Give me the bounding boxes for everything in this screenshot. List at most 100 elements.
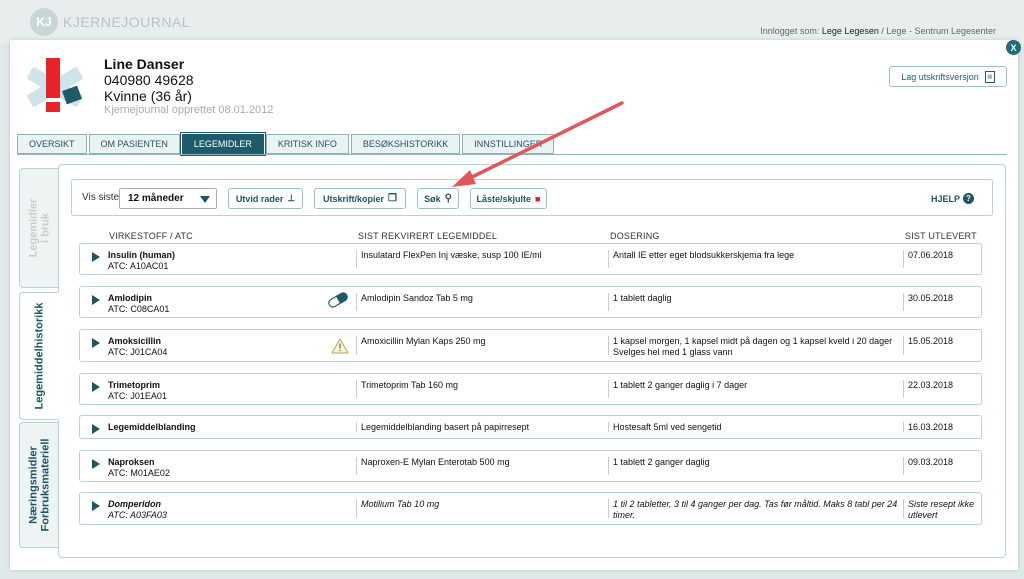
row-substance: Insulin (human) — [108, 250, 175, 260]
logo-mark-icon: KJ — [30, 8, 58, 36]
row-dispensed: 22.03.2018 — [903, 380, 979, 398]
expand-arrow-icon[interactable] — [92, 424, 100, 434]
patient-gender-age: Kvinne (36 år) — [104, 88, 192, 104]
side-tab-history[interactable]: Legemiddelhistorikk — [19, 292, 59, 420]
side-tab-history-label: Legemiddelhistorikk — [33, 302, 46, 410]
expand-arrow-icon[interactable] — [92, 382, 100, 392]
tabs-divider — [17, 154, 1007, 155]
expand-arrow-icon[interactable] — [92, 459, 100, 469]
row-atc: ATC: M01AE02 — [108, 468, 170, 478]
filter-toolbar: Vis siste 12 måneder Utvid rader ⊥ Utskr… — [71, 179, 993, 216]
journal-created: Kjernejournal opprettet 08.01.2012 — [104, 104, 274, 116]
row-dispensed: Siste resept ikke utlevert — [903, 499, 979, 520]
table-row[interactable]: Amlodipin ATC: C08CA01 Amlodipin Sandoz … — [79, 286, 982, 318]
row-substance: Amlodipin — [108, 293, 152, 303]
row-substance: Legemiddelblanding — [108, 422, 196, 432]
row-dosage: 1 tablett 2 ganger daglig i 7 dager — [608, 380, 898, 398]
expand-rows-button[interactable]: Utvid rader ⊥ — [228, 188, 303, 209]
tab-oversikt[interactable]: OVERSIKT — [17, 134, 87, 154]
print-version-button[interactable]: Lag utskriftsversjon ▤ — [889, 66, 1007, 87]
row-atc: ATC: A10AC01 — [108, 261, 169, 271]
tab-kritisk-info[interactable]: KRITISK INFO — [265, 134, 349, 154]
table-row[interactable]: Legemiddelblanding Legemiddelblanding ba… — [79, 415, 982, 439]
col-header-dispensed[interactable]: SIST UTLEVERT — [905, 231, 977, 241]
tab-om-pasienten[interactable]: OM PASIENTEN — [88, 134, 180, 154]
help-link[interactable]: HJELP ? — [931, 193, 974, 204]
tab-legemidler[interactable]: LEGEMIDLER — [179, 132, 266, 156]
table-row[interactable]: Amoksicillin ATC: J01CA04 Amoxicillin My… — [79, 329, 982, 362]
row-drug: Insulatard FlexPen Inj væske, susp 100 I… — [356, 250, 542, 268]
expand-arrow-icon[interactable] — [92, 295, 100, 305]
row-dosage: 1 til 2 tabletter, 3 til 4 ganger per da… — [608, 499, 898, 520]
row-dispensed: 30.05.2018 — [903, 293, 979, 311]
table-row[interactable]: Naproksen ATC: M01AE02 Naproxen-E Mylan … — [79, 450, 982, 482]
login-suffix: / Lege - Sentrum Legesenter — [881, 26, 996, 36]
row-substance: Naproksen — [108, 457, 155, 467]
expand-rows-label: Utvid rader — [235, 193, 284, 204]
help-label: HJELP — [930, 193, 960, 204]
row-dosage: 1 kapsel morgen, 1 kapsel midt på dagen … — [608, 336, 898, 357]
side-tab-nutrition-line2: Forbruksmateriell — [39, 438, 52, 532]
logo-text: KJERNEJOURNAL — [63, 14, 191, 30]
search-button[interactable]: Søk ⚲ — [417, 188, 459, 209]
tab-innstillinger[interactable]: INNSTILLINGER — [462, 134, 555, 154]
main-tabs: OVERSIKT OM PASIENTEN LEGEMIDLER KRITISK… — [17, 132, 555, 156]
row-substance: Domperidon — [108, 499, 161, 509]
print-copy-button[interactable]: Utskrift/kopier ❐ — [314, 188, 406, 209]
row-atc: ATC: J01CA04 — [108, 347, 168, 357]
locked-hidden-button[interactable]: Låste/skjulte ■ — [470, 188, 547, 209]
row-drug: Amoxicillin Mylan Kaps 250 mg — [356, 336, 486, 355]
period-value: 12 måneder — [128, 193, 184, 204]
row-drug: Naproxen-E Mylan Enterotab 500 mg — [356, 457, 510, 475]
side-tab-nutrition-line1: Næringsmidler — [27, 446, 40, 524]
login-user: Lege Legesen — [821, 26, 879, 36]
expand-arrow-icon[interactable] — [92, 501, 100, 511]
row-drug: Motilium Tab 10 mg — [356, 499, 439, 518]
row-dosage: 1 tablett 2 ganger daglig — [608, 457, 898, 475]
search-icon: ⚲ — [444, 193, 452, 204]
row-atc: ATC: J01EA01 — [108, 391, 167, 401]
row-dosage: Hostesaft 5ml ved sengetid — [608, 422, 898, 432]
side-tab-in-use[interactable]: Legemidler i bruk — [19, 168, 59, 288]
patient-alert-logo-icon — [27, 58, 83, 112]
side-tab-nutrition-label: Næringsmidler Forbruksmateriell — [27, 439, 51, 532]
warning-icon — [331, 338, 349, 354]
table-row[interactable]: Domperidon ATC: A03FA03 Motilium Tab 10 … — [79, 492, 982, 525]
tab-besokshistorikk[interactable]: BESØKSHISTORIKK — [350, 134, 461, 154]
login-info: Innlogget som: Lege Legesen / Lege - Sen… — [760, 26, 996, 36]
caret-down-icon — [200, 196, 210, 203]
help-icon: ? — [963, 193, 974, 204]
pdf-icon: ▤ — [984, 70, 995, 83]
patient-id: 040980 49628 — [104, 72, 194, 88]
row-substance: Trimetoprim — [108, 380, 161, 390]
table-row[interactable]: Insulin (human) ATC: A10AC01 Insulatard … — [79, 243, 982, 275]
expand-arrow-icon[interactable] — [92, 338, 100, 348]
pill-icon — [328, 292, 348, 308]
row-drug: Legemiddelblanding basert på papirresept — [356, 422, 529, 432]
row-dosage: Antall IE etter eget blodsukkerskjema fr… — [608, 250, 898, 268]
row-dispensed: 16.03.2018 — [903, 422, 979, 432]
period-select[interactable]: 12 måneder — [119, 188, 217, 209]
row-dispensed: 09.03.2018 — [903, 457, 979, 475]
row-atc: ATC: C08CA01 — [108, 304, 170, 314]
col-header-drug[interactable]: SIST REKVIRERT LEGEMIDDEL — [358, 231, 497, 241]
login-prefix: Innlogget som: — [760, 26, 820, 36]
period-label: Vis siste — [82, 192, 120, 203]
close-button[interactable]: X — [1006, 40, 1021, 55]
expand-arrow-icon[interactable] — [92, 252, 100, 262]
col-header-substance[interactable]: VIRKESTOFF / ATC — [109, 231, 193, 241]
lock-icon: ■ — [535, 193, 541, 204]
table-row[interactable]: Trimetoprim ATC: J01EA01 Trimetoprim Tab… — [79, 373, 982, 405]
row-dispensed: 15.05.2018 — [903, 336, 979, 355]
row-dosage: 1 tablett daglig — [608, 293, 898, 311]
top-bar: KJ KJERNEJOURNAL Innlogget som: Lege Leg… — [0, 0, 1024, 44]
print-copy-label: Utskrift/kopier — [323, 193, 385, 204]
col-header-dosage[interactable]: DOSERING — [610, 231, 660, 241]
patient-name: Line Danser — [104, 56, 185, 72]
row-atc: ATC: A03FA03 — [108, 510, 167, 520]
row-dispensed: 07.06.2018 — [903, 250, 979, 268]
search-label: Søk — [424, 193, 441, 204]
side-tab-nutrition[interactable]: Næringsmidler Forbruksmateriell — [19, 422, 59, 548]
print-version-label: Lag utskriftsversjon — [901, 71, 979, 82]
copy-icon: ❐ — [388, 193, 397, 204]
